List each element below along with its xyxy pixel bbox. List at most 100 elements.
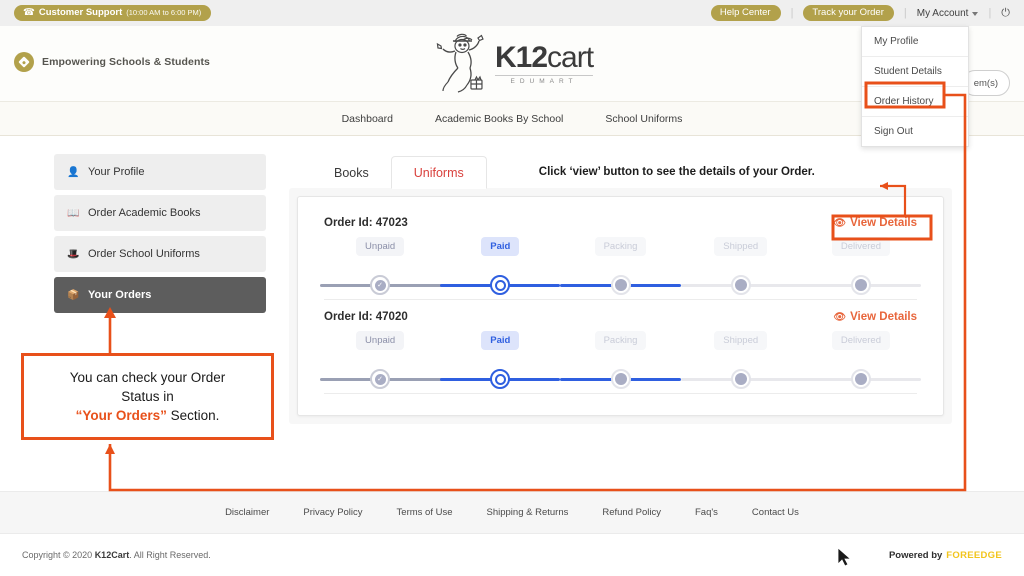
order-progress-tracker: Unpaid Paid Packing Shipped Delivered ✓ <box>320 327 921 399</box>
footer-link-terms-of-use[interactable]: Terms of Use <box>397 507 453 518</box>
my-account-menu[interactable]: My Account <box>917 8 979 19</box>
emblem-icon <box>14 52 34 72</box>
copyright-prefix: Copyright © 2020 <box>22 550 95 560</box>
box-icon: 📦 <box>67 289 80 301</box>
dropdown-item-my-profile[interactable]: My Profile <box>862 27 968 57</box>
tracker-line: ✓ <box>320 369 921 389</box>
step-node-packing[interactable] <box>610 369 631 389</box>
help-center-button[interactable]: Help Center <box>710 4 781 22</box>
order-progress-tracker: Unpaid Paid Packing Shipped Delivered ✓ <box>320 233 921 305</box>
segment-remaining <box>680 284 921 287</box>
footer-link-refund-policy[interactable]: Refund Policy <box>602 507 661 518</box>
footer-link-contact-us[interactable]: Contact Us <box>752 507 799 518</box>
page-root: ☎ Customer Support (10:00 AM to 6:00 PM)… <box>0 0 1024 576</box>
my-account-label: My Account <box>916 7 969 19</box>
sidebar-item-your-profile[interactable]: 👤 Your Profile <box>54 154 266 190</box>
eye-icon: 👁 <box>833 311 847 323</box>
step-node-paid[interactable] <box>490 369 511 389</box>
sidebar: 👤 Your Profile 📖 Order Academic Books 🎩 … <box>54 154 266 318</box>
phone-icon: ☎ <box>23 6 35 18</box>
site-logo[interactable]: K12cart EDUMART <box>431 32 594 96</box>
orders-panel: Books Uniforms Click ‘view’ button to se… <box>289 148 952 424</box>
sidebar-item-label: Order Academic Books <box>88 207 201 219</box>
logo-k12: K12 <box>494 41 548 74</box>
step-node-shipped[interactable] <box>730 369 751 389</box>
account-dropdown-menu: My Profile Student Details Order History… <box>861 26 969 147</box>
step-node-packing[interactable] <box>610 275 631 295</box>
eye-icon: 👁 <box>833 217 847 229</box>
orders-card-wrapper: Order Id: 47023 👁 View Details Unpaid Pa… <box>289 188 952 424</box>
step-label-delivered: Delivered <box>831 237 890 256</box>
view-details-label: View Details <box>850 311 917 323</box>
tab-uniforms[interactable]: Uniforms <box>390 156 487 189</box>
step-node-unpaid[interactable]: ✓ <box>370 369 391 389</box>
divider: | <box>790 7 794 19</box>
customer-support-hours: (10:00 AM to 6:00 PM) <box>126 7 202 17</box>
logo-cart: cart <box>547 41 594 74</box>
instruction-text: Click ‘view’ button to see the details o… <box>538 166 815 178</box>
step-label-delivered: Delivered <box>831 331 890 350</box>
top-utility-bar: ☎ Customer Support (10:00 AM to 6:00 PM)… <box>0 0 1024 26</box>
shirt-icon: 🎩 <box>67 248 80 260</box>
chevron-down-icon <box>972 12 979 16</box>
powered-by-block: Powered by FOREEDGE <box>889 550 1002 561</box>
footer-link-faqs[interactable]: Faq's <box>695 507 718 518</box>
step-node-paid[interactable] <box>490 275 511 295</box>
divider: | <box>903 7 907 19</box>
dropdown-item-student-details[interactable]: Student Details <box>862 57 968 87</box>
sidebar-item-order-school-uniforms[interactable]: 🎩 Order School Uniforms <box>54 236 266 272</box>
track-order-button[interactable]: Track your Order <box>803 4 894 22</box>
step-node-unpaid[interactable]: ✓ <box>370 275 391 295</box>
sidebar-item-label: Your Profile <box>88 166 145 178</box>
dropdown-item-order-history[interactable]: Order History <box>862 87 968 117</box>
step-label-unpaid: Unpaid <box>356 331 405 350</box>
sidebar-item-label: Order School Uniforms <box>88 248 200 260</box>
row-divider <box>324 393 917 394</box>
nav-item-academic-books[interactable]: Academic Books By School <box>435 113 563 125</box>
tab-books[interactable]: Books <box>312 157 391 188</box>
orders-card: Order Id: 47023 👁 View Details Unpaid Pa… <box>297 196 944 416</box>
sidebar-item-order-academic-books[interactable]: 📖 Order Academic Books <box>54 195 266 231</box>
footer-link-shipping-returns[interactable]: Shipping & Returns <box>487 507 569 518</box>
page-body: 👤 Your Profile 📖 Order Academic Books 🎩 … <box>0 136 1024 491</box>
order-header: Order Id: 47020 👁 View Details <box>324 311 917 323</box>
copyright-text: Copyright © 2020 K12Cart. All Right Rese… <box>22 550 211 560</box>
nav-item-dashboard[interactable]: Dashboard <box>342 113 393 125</box>
row-divider <box>324 299 917 300</box>
nav-item-school-uniforms[interactable]: School Uniforms <box>605 113 682 125</box>
logo-main-text: K12cart <box>494 41 594 74</box>
segment-remaining <box>680 378 921 381</box>
step-node-delivered[interactable] <box>850 275 871 295</box>
powered-by-label: Powered by <box>888 549 943 561</box>
order-id-label: Order Id: 47020 <box>324 311 408 323</box>
logo-subtitle: EDUMART <box>494 75 594 85</box>
step-label-paid: Paid <box>481 237 520 256</box>
order-row: Order Id: 47020 👁 View Details Unpaid Pa… <box>320 311 921 399</box>
divider: | <box>988 7 992 19</box>
copyright-brand: K12Cart <box>94 550 130 560</box>
user-icon: 👤 <box>67 166 80 178</box>
view-details-button[interactable]: 👁 View Details <box>833 217 917 229</box>
tagline-block: Empowering Schools & Students <box>14 52 210 72</box>
view-details-label: View Details <box>850 217 917 229</box>
tracker-labels: Unpaid Paid Packing Shipped Delivered <box>320 237 921 256</box>
step-label-packing: Packing <box>594 237 647 256</box>
customer-support-pill[interactable]: ☎ Customer Support (10:00 AM to 6:00 PM) <box>14 4 212 22</box>
sidebar-item-your-orders[interactable]: 📦 Your Orders <box>54 277 266 313</box>
dropdown-item-sign-out[interactable]: Sign Out <box>862 117 968 146</box>
order-row: Order Id: 47023 👁 View Details Unpaid Pa… <box>320 217 921 305</box>
book-icon: 📖 <box>67 207 80 219</box>
view-details-button[interactable]: 👁 View Details <box>833 311 917 323</box>
step-node-shipped[interactable] <box>730 275 751 295</box>
order-id-label: Order Id: 47023 <box>324 217 408 229</box>
step-node-delivered[interactable] <box>850 369 871 389</box>
order-tabs: Books Uniforms Click ‘view’ button to se… <box>289 148 952 189</box>
step-label-unpaid: Unpaid <box>356 237 405 256</box>
footer-link-privacy-policy[interactable]: Privacy Policy <box>303 507 362 518</box>
power-icon[interactable]: ⏻ <box>1001 7 1010 20</box>
tracker-line: ✓ <box>320 275 921 295</box>
copyright-suffix: . All Right Reserved. <box>129 550 211 560</box>
mascot-icon <box>436 33 484 93</box>
footer-bottom: Copyright © 2020 K12Cart. All Right Rese… <box>0 533 1024 576</box>
footer-link-disclaimer[interactable]: Disclaimer <box>225 507 269 518</box>
